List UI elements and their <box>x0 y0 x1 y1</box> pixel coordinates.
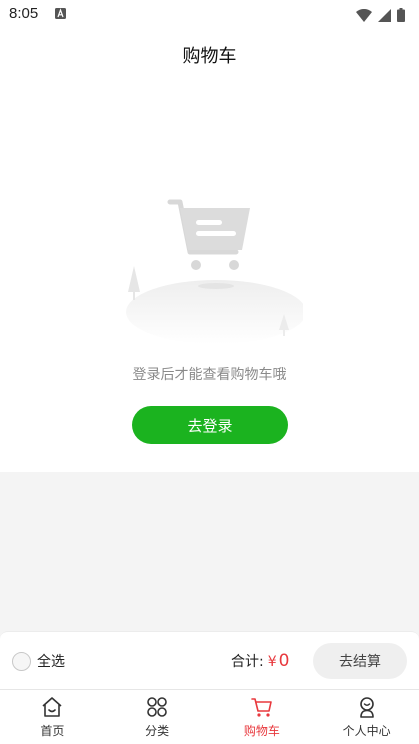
empty-cart-message: 登录后才能查看购物车哦 <box>132 367 287 383</box>
login-button[interactable]: 去登录 <box>132 406 288 444</box>
header: 购物车 <box>0 30 419 76</box>
total-amount: 0 <box>278 651 290 671</box>
total-area: 合计: ¥ 0 <box>231 651 289 671</box>
total-label: 合计: <box>231 654 264 670</box>
cart-icon <box>251 698 272 717</box>
notification-a-icon <box>55 8 66 19</box>
tab-profile[interactable]: 个人中心 <box>314 690 419 744</box>
select-all-checkbox[interactable]: 全选 <box>12 651 65 671</box>
home-icon <box>42 697 62 717</box>
select-all-label: 全选 <box>37 654 65 670</box>
tab-cart[interactable]: 购物车 <box>210 690 315 744</box>
battery-icon <box>397 8 405 22</box>
total-currency: ¥ <box>267 654 277 670</box>
tab-home-label: 首页 <box>40 724 65 738</box>
status-time: 8:05 <box>9 5 39 22</box>
signal-icon <box>378 8 391 22</box>
tab-cart-label: 购物车 <box>243 724 280 738</box>
tab-profile-label: 个人中心 <box>342 724 391 738</box>
empty-cart-panel: 登录后才能查看购物车哦 去登录 <box>0 76 419 472</box>
bottom-tab-bar: 首页 分类 购物车 个人中心 <box>0 689 419 744</box>
status-bar: 8:05 <box>0 0 419 30</box>
status-icons <box>356 8 405 22</box>
checkout-button[interactable]: 去结算 <box>313 643 407 679</box>
tab-home[interactable]: 首页 <box>0 690 105 744</box>
empty-cart-icon <box>126 199 303 344</box>
user-icon <box>359 697 374 718</box>
checkout-bar: 全选 合计: ¥ 0 去结算 <box>0 631 419 689</box>
tab-category[interactable]: 分类 <box>105 690 210 744</box>
wifi-icon <box>356 8 372 22</box>
page-title: 购物车 <box>182 46 237 67</box>
select-all-circle-icon[interactable] <box>12 651 31 671</box>
tab-category-label: 分类 <box>145 724 170 738</box>
category-icon <box>147 697 167 717</box>
